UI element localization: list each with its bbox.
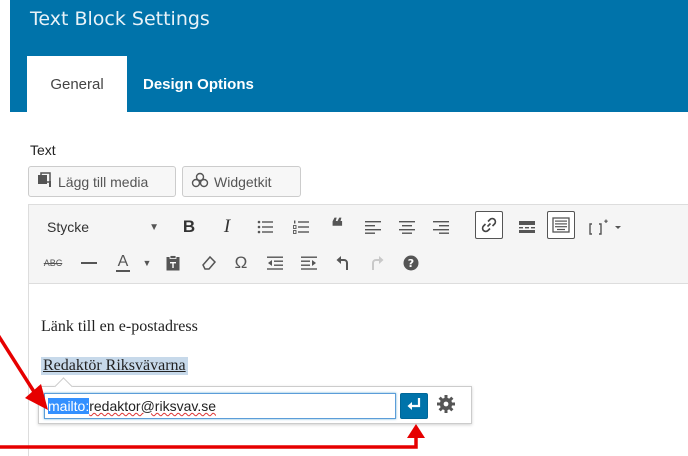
toolbar-toggle-icon[interactable] bbox=[547, 211, 575, 239]
dialog-title: Text Block Settings bbox=[30, 8, 210, 30]
bulleted-list-icon[interactable] bbox=[251, 213, 279, 241]
url-text: redaktor@riksvav.se bbox=[89, 398, 216, 414]
undo-icon[interactable] bbox=[329, 249, 357, 277]
add-media-icon bbox=[37, 171, 53, 192]
read-more-icon[interactable] bbox=[513, 213, 541, 241]
widgetkit-label: Widgetkit bbox=[214, 173, 272, 190]
italic-icon[interactable]: I bbox=[213, 213, 241, 241]
decrease-indent-icon[interactable] bbox=[261, 249, 289, 277]
paragraph-text: Länk till en e-postadress bbox=[41, 318, 198, 335]
special-character-icon[interactable]: Ω bbox=[227, 249, 255, 277]
chevron-down-icon: ▼ bbox=[149, 221, 159, 233]
numbered-list-icon[interactable] bbox=[287, 213, 315, 241]
svg-text:?: ? bbox=[408, 257, 414, 270]
add-media-label: Lägg till media bbox=[58, 173, 149, 190]
clear-formatting-icon[interactable] bbox=[195, 249, 223, 277]
add-media-button[interactable]: Lägg till media bbox=[28, 166, 176, 197]
selected-link-text[interactable]: Redaktör Riksvävarna bbox=[41, 357, 188, 375]
format-select-value: Stycke bbox=[47, 219, 90, 235]
editor-toolbar: Stycke ▼ B I ❝ ABC A ▼ Ω ? bbox=[29, 205, 688, 284]
link-icon[interactable] bbox=[475, 211, 503, 239]
tab-design-options[interactable]: Design Options bbox=[143, 56, 254, 112]
widgetkit-button[interactable]: Widgetkit bbox=[182, 166, 301, 197]
text-color-chevron-icon[interactable]: ▼ bbox=[133, 249, 161, 277]
enter-icon bbox=[406, 397, 422, 416]
link-url-input[interactable]: mailto: redaktor@riksvav.se bbox=[44, 393, 396, 419]
blockquote-icon[interactable]: ❝ bbox=[323, 213, 351, 241]
gear-icon bbox=[436, 394, 456, 419]
url-selected-text: mailto: bbox=[48, 398, 90, 414]
align-left-icon[interactable] bbox=[359, 213, 387, 241]
shortcode-icon[interactable] bbox=[587, 213, 631, 241]
paste-as-text-icon[interactable] bbox=[159, 249, 187, 277]
redo-icon[interactable] bbox=[363, 249, 391, 277]
help-icon[interactable]: ? bbox=[397, 249, 425, 277]
dialog-header: Text Block Settings General Design Optio… bbox=[10, 0, 688, 112]
tab-general[interactable]: General bbox=[27, 56, 127, 112]
format-select[interactable]: Stycke ▼ bbox=[39, 215, 167, 239]
align-right-icon[interactable] bbox=[427, 213, 455, 241]
text-field-label: Text bbox=[30, 142, 56, 158]
widgetkit-icon bbox=[191, 172, 209, 192]
text-color-glyph: A bbox=[117, 253, 129, 270]
link-options-button[interactable] bbox=[434, 394, 458, 418]
bold-icon[interactable]: B bbox=[175, 213, 203, 241]
strikethrough-icon[interactable]: ABC bbox=[39, 249, 67, 277]
horizontal-line-icon[interactable] bbox=[75, 249, 103, 277]
apply-link-button[interactable] bbox=[400, 393, 428, 419]
inline-link-popup: mailto: redaktor@riksvav.se bbox=[38, 386, 472, 424]
align-center-icon[interactable] bbox=[393, 213, 421, 241]
increase-indent-icon[interactable] bbox=[295, 249, 323, 277]
